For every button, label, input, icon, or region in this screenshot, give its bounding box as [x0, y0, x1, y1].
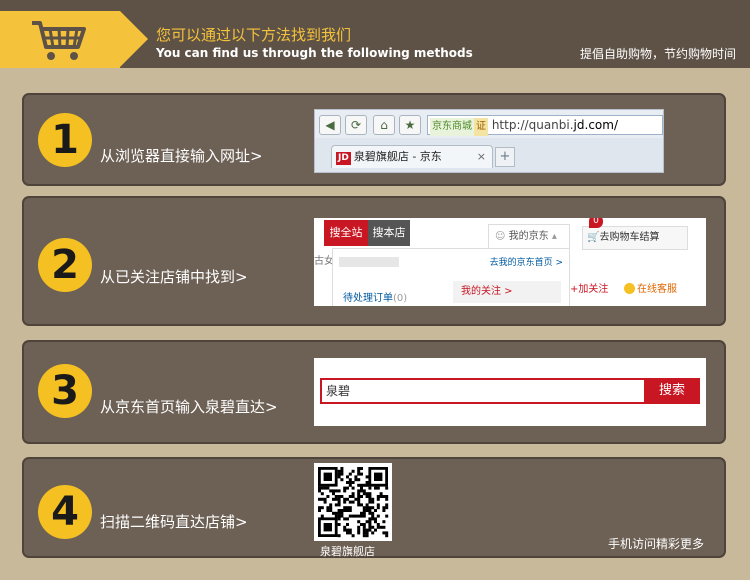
url-prefix: http://quanbi. — [491, 118, 574, 132]
star-icon[interactable]: ★ — [399, 115, 421, 135]
my-jd-label: 我的京东 — [508, 231, 549, 242]
user-icon: ☺ — [495, 231, 506, 242]
my-follow-link[interactable]: 我的关注 > — [453, 281, 561, 303]
tab-title: 泉碧旗舰店 - 京东 — [353, 150, 442, 163]
header-slogan: 提倡自助购物，节约购物时间 — [579, 47, 736, 61]
qr-code[interactable] — [314, 463, 392, 541]
qr-caption: 泉碧旗舰店 — [320, 545, 375, 558]
site-identity-tag: 京东商城 — [430, 118, 474, 136]
pending-orders-count: (0) — [393, 293, 408, 304]
mobile-more-text: 手机访问精彩更多 — [607, 537, 704, 551]
page: 您可以通过以下方法找到我们 You can find us through th… — [0, 0, 750, 580]
step-2-number: 2 — [38, 238, 92, 292]
jd-logo: JD — [336, 152, 351, 165]
smile-icon — [624, 283, 635, 294]
step-3-number: 3 — [38, 364, 92, 418]
header-bar: 您可以通过以下方法找到我们 You can find us through th… — [0, 0, 750, 68]
step-1-label: 从浏览器直接输入网址> — [100, 147, 263, 165]
back-arrow-icon[interactable]: ◀ — [319, 115, 341, 135]
online-service-link[interactable]: 在线客服 — [624, 280, 677, 295]
my-jd-menu[interactable]: ☺ 我的京东 ▴ — [488, 224, 570, 249]
step-3-label: 从京东首页输入泉碧直达> — [100, 398, 278, 416]
shopping-cart-icon — [32, 21, 86, 60]
search-screenshot: 泉碧 搜索 — [314, 358, 706, 426]
browser-screenshot: ◀ ⟳ ⌂ ★ 京东商城证 http://quanbi.jd.com/ JD 泉碧… — [314, 109, 664, 173]
browser-toolbar: ◀ ⟳ ⌂ ★ 京东商城证 http://quanbi.jd.com/ — [315, 110, 663, 138]
pending-orders-label: 待处理订单 — [343, 293, 393, 304]
url-bar[interactable]: 京东商城证 http://quanbi.jd.com/ — [427, 115, 663, 136]
close-icon[interactable]: × — [477, 146, 486, 168]
certificate-tag: 证 — [474, 118, 488, 136]
step-1-number: 1 — [38, 113, 92, 167]
step-2-panel: 2 从已关注店铺中找到> 搜全站 搜本店 古女 ☺ 我的京东 ▴ 去我的京东首页… — [22, 196, 726, 326]
step-4-number: 4 — [38, 485, 92, 539]
follow-shop-screenshot: 搜全站 搜本店 古女 ☺ 我的京东 ▴ 去我的京东首页 > 待处理订单(0) 我… — [314, 218, 706, 306]
cart-count-badge: 0 — [589, 218, 603, 228]
reload-icon[interactable]: ⟳ — [345, 115, 367, 135]
blurred-username — [339, 257, 399, 267]
search-button[interactable]: 搜索 — [644, 378, 700, 404]
my-jd-home-link[interactable]: 去我的京东首页 > — [490, 255, 563, 268]
home-icon[interactable]: ⌂ — [373, 115, 395, 135]
search-input[interactable]: 泉碧 — [320, 378, 648, 404]
step-4-label: 扫描二维码直达店铺> — [100, 513, 248, 531]
url-host: jd.com/ — [573, 118, 618, 132]
header-title-cn: 您可以通过以下方法找到我们 — [156, 26, 352, 44]
header-title-en: You can find us through the following me… — [156, 46, 473, 60]
new-tab-button[interactable]: + — [495, 147, 515, 167]
step-1-panel: 1 从浏览器直接输入网址> ◀ ⟳ ⌂ ★ 京东商城证 http://quanb… — [22, 93, 726, 186]
cart-checkout-button[interactable]: 0 🛒去购物车结算 — [582, 218, 688, 250]
step-2-label: 从已关注店铺中找到> — [100, 268, 248, 286]
search-all-button[interactable]: 搜全站 — [324, 220, 368, 246]
cart-icon: 🛒 — [587, 232, 600, 243]
browser-tab[interactable]: JD 泉碧旗舰店 - 京东 × — [331, 145, 493, 168]
add-follow-link[interactable]: +加关注 — [570, 280, 608, 295]
online-service-label: 在线客服 — [637, 284, 677, 295]
qr-code-icon — [318, 467, 389, 538]
cart-label: 去购物车结算 — [599, 232, 660, 243]
pending-orders-link[interactable]: 待处理订单(0) — [343, 289, 407, 304]
chevron-up-icon: ▴ — [551, 231, 557, 242]
my-jd-dropdown: 去我的京东首页 > 待处理订单(0) 我的关注 > — [332, 248, 570, 306]
step-3-panel: 3 从京东首页输入泉碧直达> 泉碧 搜索 — [22, 340, 726, 444]
search-store-button[interactable]: 搜本店 — [368, 220, 410, 246]
left-fragment: 古女 — [314, 256, 334, 267]
header-cart-tab — [0, 11, 148, 68]
step-4-panel: 4 扫描二维码直达店铺> 泉碧旗舰店 手机访问精彩更多 — [22, 457, 726, 558]
